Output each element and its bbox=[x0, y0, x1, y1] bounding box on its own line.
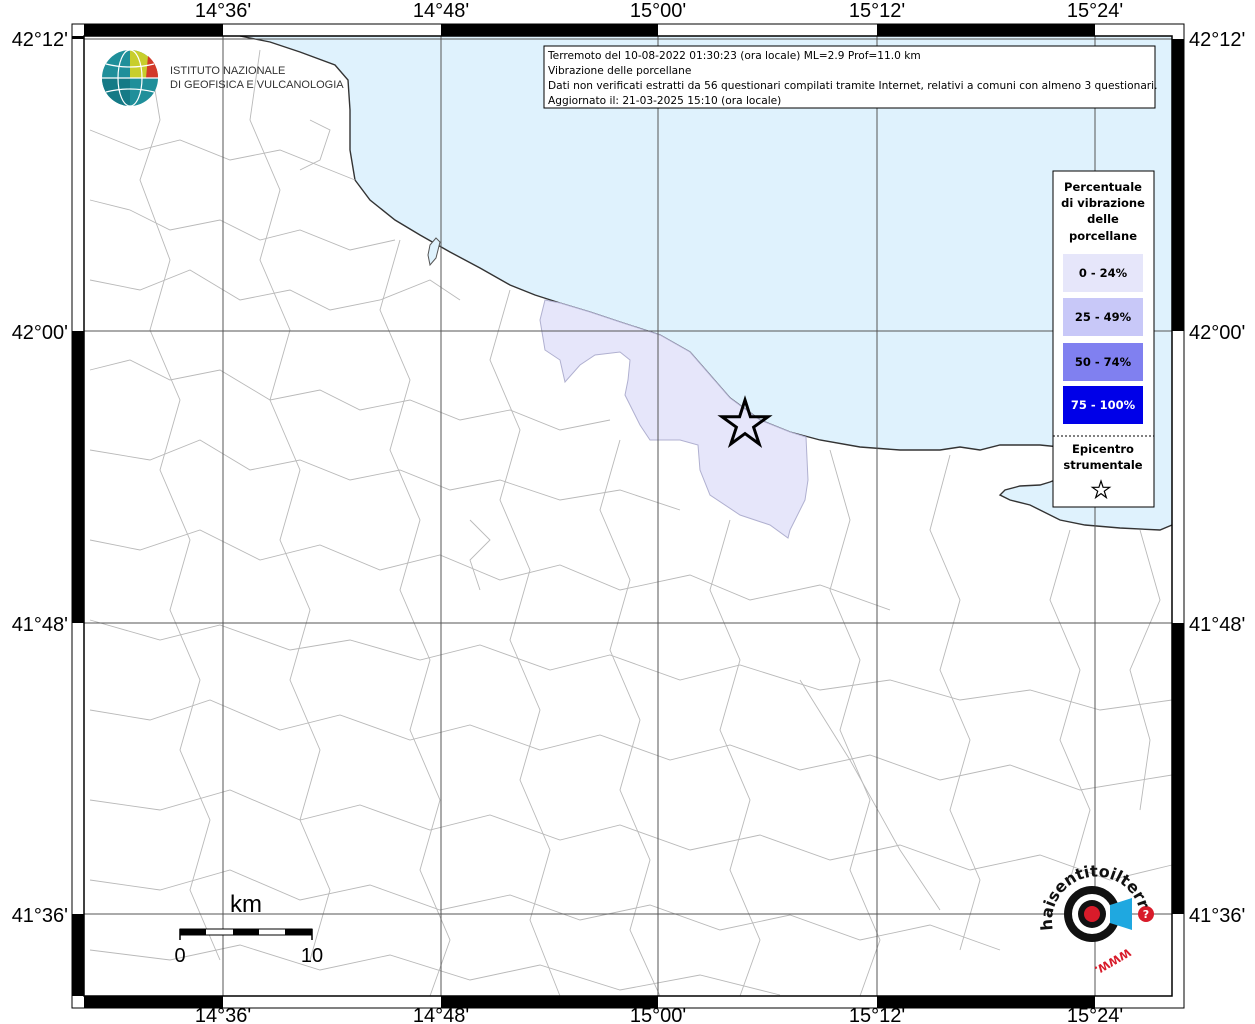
latitude-labels-right: 42°12' 42°00' 41°48' 41°36' bbox=[1189, 29, 1245, 927]
svg-text:?: ? bbox=[1143, 908, 1149, 921]
lon-label-top: 14°36' bbox=[195, 0, 251, 22]
update-date: Aggiornato il: 21-03-2025 15:10 (ora loc… bbox=[548, 95, 781, 107]
org-name-line1: ISTITUTO NAZIONALE bbox=[170, 65, 285, 77]
map-subject: Vibrazione delle porcellane bbox=[548, 65, 691, 77]
lon-label-top: 14°48' bbox=[413, 0, 469, 22]
lon-label-bottom: 15°00' bbox=[630, 1005, 686, 1024]
legend: Percentuale di vibrazione delle porcella… bbox=[1052, 170, 1155, 508]
event-info-box: Terremoto del 10-08-2022 01:30:23 (ora l… bbox=[543, 45, 1157, 109]
event-title: Terremoto del 10-08-2022 01:30:23 (ora l… bbox=[547, 50, 921, 62]
longitude-labels-top: 14°36' 14°48' 15°00' 15°12' 15°24' bbox=[195, 0, 1123, 22]
lon-label-bottom: 15°24' bbox=[1067, 1005, 1123, 1024]
scale-min-label: 0 bbox=[174, 945, 185, 967]
legend-class-label: 0 - 24% bbox=[1079, 266, 1128, 280]
lon-label-bottom: 15°12' bbox=[849, 1005, 905, 1024]
map-figure: 14°36' 14°48' 15°00' 15°12' 15°24' 14°36… bbox=[0, 0, 1245, 1024]
legend-title-line: di vibrazione bbox=[1061, 196, 1145, 210]
legend-class-label: 25 - 49% bbox=[1075, 310, 1132, 324]
legend-title-line: porcellane bbox=[1069, 229, 1137, 243]
lat-label-left: 42°00' bbox=[12, 322, 68, 344]
scale-unit: km bbox=[230, 891, 262, 918]
lat-label-left: 42°12' bbox=[12, 29, 68, 51]
lat-label-right: 42°12' bbox=[1189, 29, 1245, 51]
lat-label-right: 41°36' bbox=[1189, 905, 1245, 927]
lon-label-bottom: 14°48' bbox=[413, 1005, 469, 1024]
lat-label-right: 41°48' bbox=[1189, 614, 1245, 636]
lon-label-top: 15°12' bbox=[849, 0, 905, 22]
lon-label-top: 15°00' bbox=[630, 0, 686, 22]
scale-bar: km 0 10 bbox=[174, 891, 323, 967]
legend-title-line: delle bbox=[1087, 212, 1119, 226]
lat-label-left: 41°36' bbox=[12, 905, 68, 927]
legend-title-line: Percentuale bbox=[1064, 180, 1142, 194]
lon-label-bottom: 14°36' bbox=[195, 1005, 251, 1024]
legend-class-label: 75 - 100% bbox=[1071, 398, 1136, 412]
scale-max-label: 10 bbox=[301, 945, 323, 967]
lon-label-top: 15°24' bbox=[1067, 0, 1123, 22]
legend-class-label: 50 - 74% bbox=[1075, 355, 1132, 369]
legend-epicenter-line: Epicentro bbox=[1072, 442, 1134, 456]
org-name-line2: DI GEOFISICA E VULCANOLOGIA bbox=[170, 79, 344, 91]
lat-label-left: 41°48' bbox=[12, 614, 68, 636]
logo-www: WWW. bbox=[1092, 945, 1133, 976]
latitude-labels-left: 42°12' 42°00' 41°48' 41°36' bbox=[12, 29, 68, 927]
data-note: Dati non verificati estratti da 56 quest… bbox=[548, 80, 1157, 92]
lagoon bbox=[427, 237, 441, 267]
lat-label-right: 42°00' bbox=[1189, 322, 1245, 344]
legend-epicenter-line: strumentale bbox=[1063, 458, 1142, 472]
